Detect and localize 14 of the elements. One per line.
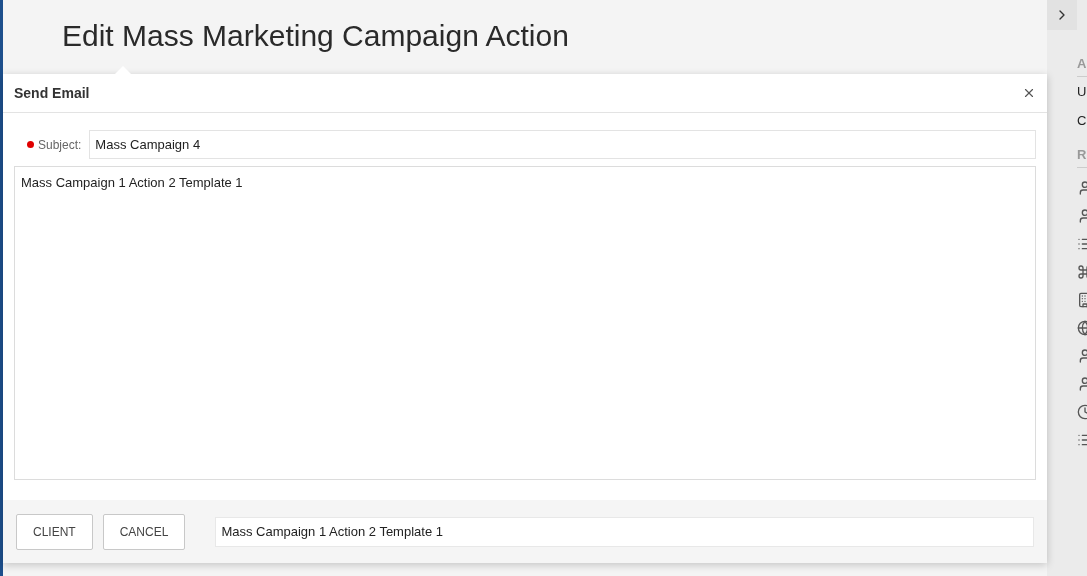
section-heading: A [1077,54,1087,77]
client-button[interactable]: CLIENT [16,513,93,550]
section-heading: R [1077,145,1087,168]
page-title: Edit Mass Marketing Campaign Action [62,18,569,54]
sidebar-item[interactable]: U [1077,78,1087,106]
template-field[interactable]: Mass Campaign 1 Action 2 Template 1 [215,516,1034,547]
close-icon[interactable] [1022,86,1036,100]
cancel-button[interactable]: CANCEL [102,513,186,550]
email-body-field[interactable]: Mass Campaign 1 Action 2 Template 1 [14,166,1036,480]
subject-label: Subject: [27,135,82,154]
subject-field[interactable]: Mass Campaign 4 [89,130,1036,159]
dialog-title: Send Email [14,83,90,103]
email-body-text: Mass Campaign 1 Action 2 Template 1 [21,175,243,190]
sidebar-item[interactable]: C [1077,107,1087,135]
